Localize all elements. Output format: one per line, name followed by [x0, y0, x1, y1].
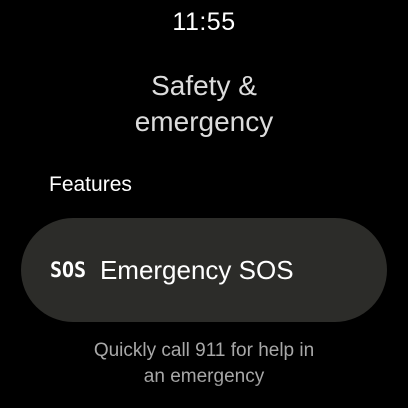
- watch-screen: 11:55 Safety & emergency Features SOS Em…: [0, 0, 408, 408]
- emergency-sos-label: Emergency SOS: [99, 254, 294, 285]
- description-line-1: Quickly call 911 for help in: [93, 340, 315, 361]
- features-section-header: Features: [49, 173, 132, 196]
- emergency-sos-description: Quickly call 911 for help in an emergenc…: [0, 338, 408, 390]
- page-title-line-2: emergency: [134, 106, 274, 137]
- page-title: Safety & emergency: [0, 68, 408, 140]
- status-time: 11:55: [172, 8, 236, 36]
- sos-icon: SOS: [50, 258, 87, 282]
- description-line-2: an emergency: [143, 366, 265, 387]
- emergency-sos-button[interactable]: SOS Emergency SOS: [21, 218, 387, 322]
- page-title-line-1: Safety &: [151, 70, 257, 101]
